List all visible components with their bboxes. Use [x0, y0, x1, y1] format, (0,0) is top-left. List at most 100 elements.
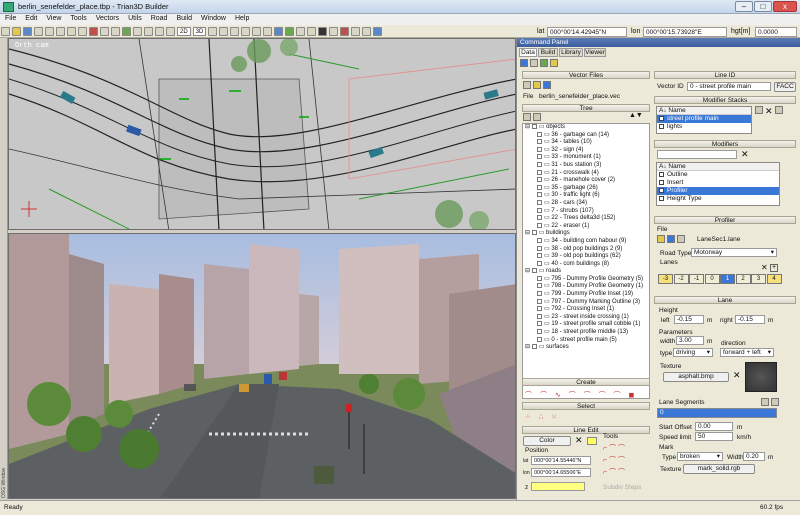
modifier-delete-icon[interactable]: ✕: [741, 149, 749, 160]
tree-item[interactable]: ▭ 36 - garbage can (14): [525, 131, 649, 140]
tree-item[interactable]: ▭ 26 - manehole cover (2): [525, 177, 649, 185]
add-icon[interactable]: [755, 106, 763, 114]
layers-icon[interactable]: [373, 27, 383, 36]
maximize-button[interactable]: □: [754, 1, 772, 12]
zoom-extents-icon[interactable]: [241, 27, 251, 36]
tree-item[interactable]: ▭ 40 - com buildings (8): [525, 260, 649, 269]
open-folder-icon[interactable]: [657, 235, 665, 243]
checkbox-icon[interactable]: [659, 179, 664, 185]
modifiers-list[interactable]: A↓ Name Outline Insert Profiler Height T…: [656, 162, 780, 206]
tree-item[interactable]: ▭ 7 - shrubs (107): [525, 207, 649, 216]
checkbox-icon[interactable]: [531, 124, 537, 129]
add-segment-icon[interactable]: [761, 398, 769, 406]
menu-help[interactable]: Help: [230, 14, 253, 22]
modifier-row[interactable]: Outline: [657, 171, 779, 179]
vector-tree[interactable]: ⊟ ▭ objects ▭ 36 - garbage can (14) ▭ 34 -…: [522, 123, 650, 399]
terrain-icon[interactable]: [274, 27, 284, 36]
lane-cell[interactable]: 2: [735, 274, 751, 284]
checkbox-icon[interactable]: [537, 207, 542, 213]
wireframe-icon[interactable]: [296, 27, 306, 36]
orthographic-viewport[interactable]: Orth cam: [8, 38, 516, 230]
checkbox-icon[interactable]: [537, 199, 542, 205]
lane-cell[interactable]: -1: [689, 274, 704, 284]
menu-vectors[interactable]: Vectors: [91, 14, 123, 22]
delete-point-icon[interactable]: [111, 27, 120, 36]
checkbox-icon[interactable]: [537, 245, 542, 251]
mark-width-input[interactable]: 0.20: [743, 452, 765, 461]
select-tools[interactable]: ⁘ ∴ ⁙: [525, 413, 560, 421]
checkbox-icon[interactable]: [531, 230, 537, 236]
grid-icon[interactable]: [530, 59, 538, 67]
lane-cell[interactable]: 3: [751, 274, 766, 284]
modifier-stack-tools[interactable]: ✕: [755, 106, 785, 117]
mark-type-select[interactable]: broken ▾: [677, 452, 723, 461]
tree-item[interactable]: ▭ 30 - traffic light (6): [525, 192, 649, 200]
color-button[interactable]: Color: [523, 436, 571, 446]
menu-file[interactable]: File: [0, 14, 20, 22]
line-edit-tools[interactable]: ⌐ ⌒ ⌒ ⌐ ⌒ ⌒ ⌐ ⌒ ⌒: [603, 443, 647, 479]
grid-icon[interactable]: [155, 27, 164, 36]
tree-item[interactable]: ▭ 21 - crosswalk (4): [525, 169, 649, 178]
checkbox-icon[interactable]: [537, 139, 542, 145]
tree-item[interactable]: ▭ 34 - tables (10): [525, 139, 649, 147]
pos-lat-input[interactable]: 000°00'14.55446"N: [531, 456, 591, 465]
create-tools[interactable]: ⌒ ⌒ ∿ ⌒ ⌒ ⌒ ⌒ ◼: [525, 390, 637, 400]
draw-line-icon[interactable]: [89, 27, 98, 36]
open-folder-icon[interactable]: [12, 27, 21, 36]
tree-item[interactable]: ▭ 33 - monument (1): [525, 154, 649, 162]
checkbox-icon[interactable]: [659, 195, 664, 201]
tree-group[interactable]: ⊟ ▭ surfaces: [525, 344, 649, 352]
checkbox-icon[interactable]: [537, 131, 542, 137]
copy-icon[interactable]: [775, 106, 784, 114]
modifier-stack-row[interactable]: street profile main: [657, 115, 751, 123]
vegetation-icon[interactable]: [285, 27, 295, 36]
lane-cell[interactable]: 0: [704, 274, 720, 284]
checkbox-icon[interactable]: [537, 275, 542, 281]
pan-hand-icon[interactable]: [208, 27, 218, 36]
modifier-row[interactable]: Height Type: [657, 195, 779, 203]
tab-viewer[interactable]: Viewer: [584, 48, 606, 57]
checkbox-icon[interactable]: [531, 268, 537, 274]
facc-button[interactable]: FACC: [774, 82, 796, 92]
new-file-icon[interactable]: [523, 81, 531, 89]
clear-texture-icon[interactable]: ✕: [733, 370, 741, 381]
layers-icon[interactable]: [550, 59, 558, 67]
checkbox-icon[interactable]: [537, 283, 542, 289]
lane-remove-icon[interactable]: ✕: [761, 263, 768, 272]
clear-color-icon[interactable]: ✕: [575, 435, 583, 446]
expand-icon[interactable]: ⊟: [525, 344, 530, 350]
close-button[interactable]: x: [773, 1, 797, 12]
lane-cell[interactable]: -3: [658, 274, 673, 284]
checkbox-icon[interactable]: [537, 215, 542, 221]
tree-item[interactable]: ▭ 31 - bus station (3): [525, 161, 649, 170]
lane-segment-row[interactable]: 0: [658, 409, 776, 417]
checkbox-icon[interactable]: [537, 336, 542, 342]
menu-tools[interactable]: Tools: [65, 14, 90, 22]
tab-library[interactable]: Library: [559, 48, 583, 57]
checkbox-icon[interactable]: [537, 161, 542, 167]
view-2d-button[interactable]: 2D: [177, 27, 191, 36]
join-icon[interactable]: [144, 27, 153, 36]
lane-cell[interactable]: -2: [673, 274, 689, 284]
road-type-select[interactable]: Motorway ▾: [691, 248, 777, 257]
menu-edit[interactable]: Edit: [20, 14, 41, 22]
checkbox-icon[interactable]: [659, 115, 664, 121]
minimize-button[interactable]: –: [735, 1, 753, 12]
start-offset-input[interactable]: 0.00: [695, 422, 733, 431]
tree-sort-arrows-icon[interactable]: ▲▼: [629, 112, 643, 119]
expand-icon[interactable]: ⊟: [525, 124, 530, 130]
data-icon[interactable]: [520, 59, 528, 67]
light-icon[interactable]: [329, 27, 339, 36]
tree-item[interactable]: ▭ 792 - Crossing Inset (1): [525, 306, 649, 314]
checkbox-icon[interactable]: [537, 306, 542, 312]
pos-z-input[interactable]: [531, 482, 585, 491]
checkbox-icon[interactable]: [537, 184, 542, 190]
snap-icon[interactable]: [166, 27, 175, 36]
tree-group[interactable]: ⊟ ▭ objects: [525, 124, 649, 132]
lane-segment-buttons[interactable]: [761, 398, 781, 408]
menu-road[interactable]: Road: [146, 14, 172, 22]
checkbox-icon[interactable]: [537, 329, 542, 335]
height-left-input[interactable]: -0.15: [674, 315, 704, 324]
rotate-icon[interactable]: [78, 27, 87, 36]
expand-icon[interactable]: ⊟: [525, 230, 530, 236]
